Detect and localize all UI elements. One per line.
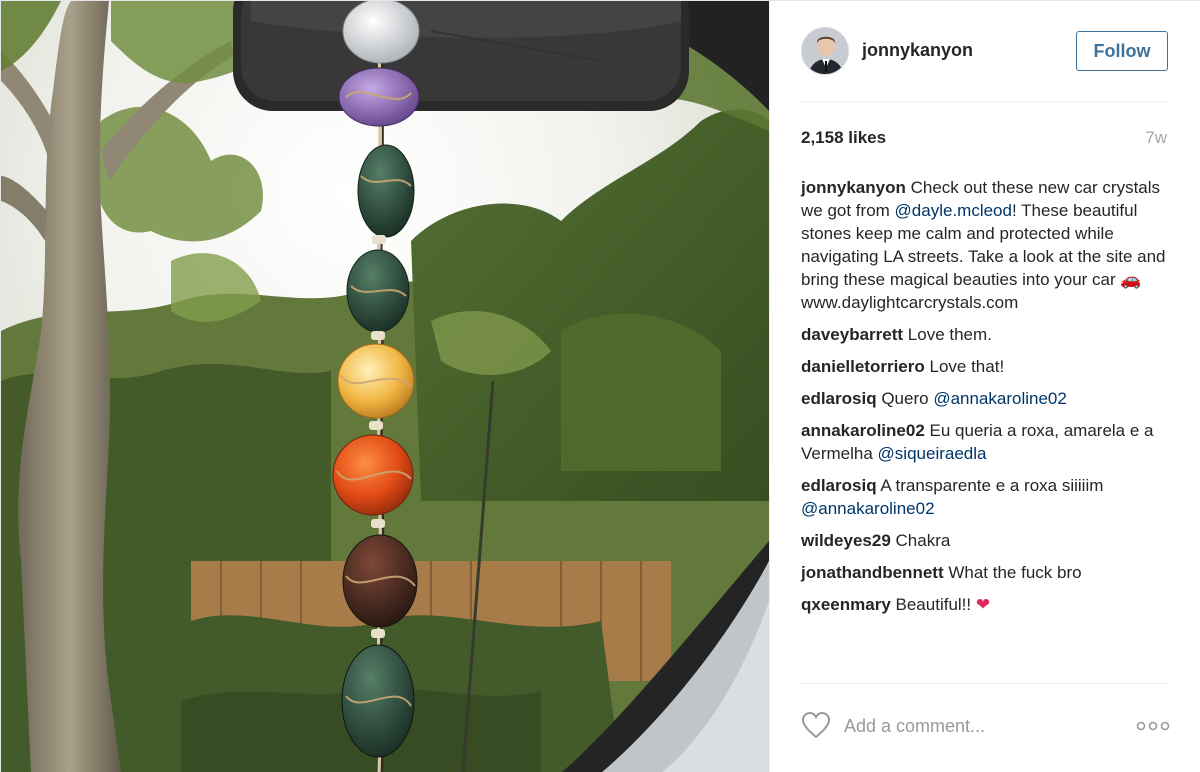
heart-outline-icon[interactable] [801, 711, 831, 739]
comment-username[interactable]: edlarosiq [801, 476, 877, 495]
comment-text: Love them. [907, 325, 992, 344]
comment-item: edlarosiq A transparente e a roxa siiiii… [801, 474, 1171, 520]
footer-divider [801, 683, 1168, 684]
car-emoji-icon: 🚗 [1120, 270, 1142, 289]
comment-item: annakaroline02 Eu queria a roxa, amarela… [801, 419, 1171, 465]
comment-text: Beautiful!! [895, 595, 976, 614]
post-author-username[interactable]: jonnykanyon [862, 40, 973, 61]
comment-username[interactable]: qxeenmary [801, 595, 891, 614]
post-time-ago[interactable]: 7w [1145, 128, 1167, 148]
caption-mention[interactable]: @dayle.mcleod [895, 201, 1012, 220]
comment-item: danielletorriero Love that! [801, 355, 1171, 378]
comment-text: What the fuck bro [948, 563, 1082, 582]
comment-item: jonathandbennett What the fuck bro [801, 561, 1171, 584]
comment-text: Chakra [895, 531, 951, 550]
comment-username[interactable]: edlarosiq [801, 389, 877, 408]
comment-username[interactable]: jonathandbennett [801, 563, 944, 582]
car-crystals-photo [1, 1, 769, 772]
likes-count[interactable]: 2,158 likes [801, 128, 886, 148]
post-caption: jonnykanyon Check out these new car crys… [801, 176, 1171, 314]
instagram-post: jonnykanyon Follow 2,158 likes 7w jonnyk… [0, 0, 1200, 772]
post-side-panel: jonnykanyon Follow 2,158 likes 7w jonnyk… [769, 1, 1200, 772]
red-heart-emoji-icon: ❤ [975, 595, 991, 614]
comment-item: qxeenmary Beautiful!! ❤ [801, 593, 1171, 616]
add-comment-input[interactable] [844, 711, 1114, 741]
post-photo[interactable] [1, 1, 769, 772]
more-options-icon[interactable] [1136, 719, 1170, 731]
caption-username[interactable]: jonnykanyon [801, 178, 906, 197]
header-divider [801, 101, 1168, 102]
comment-mention[interactable]: @annakaroline02 [933, 389, 1067, 408]
comment-mention[interactable]: @siqueiraedla [878, 444, 987, 463]
post-header: jonnykanyon Follow [770, 1, 1200, 101]
comment-username[interactable]: danielletorriero [801, 357, 925, 376]
avatar[interactable] [801, 27, 849, 75]
comment-username[interactable]: daveybarrett [801, 325, 903, 344]
comments-list: jonnykanyon Check out these new car crys… [801, 176, 1171, 625]
comment-mention[interactable]: @annakaroline02 [801, 499, 935, 518]
follow-button[interactable]: Follow [1076, 31, 1168, 71]
comment-text: Love that! [929, 357, 1005, 376]
comment-text: Quero [881, 389, 934, 408]
caption-url: www.daylightcarcrystals.com [801, 293, 1019, 312]
profile-photo-icon [802, 28, 848, 74]
comment-item: edlarosiq Quero @annakaroline02 [801, 387, 1171, 410]
comment-username[interactable]: wildeyes29 [801, 531, 891, 550]
comment-username[interactable]: annakaroline02 [801, 421, 925, 440]
comment-item: daveybarrett Love them. [801, 323, 1171, 346]
comment-text: A transparente e a roxa siiiiim [880, 476, 1104, 495]
comment-item: wildeyes29 Chakra [801, 529, 1171, 552]
